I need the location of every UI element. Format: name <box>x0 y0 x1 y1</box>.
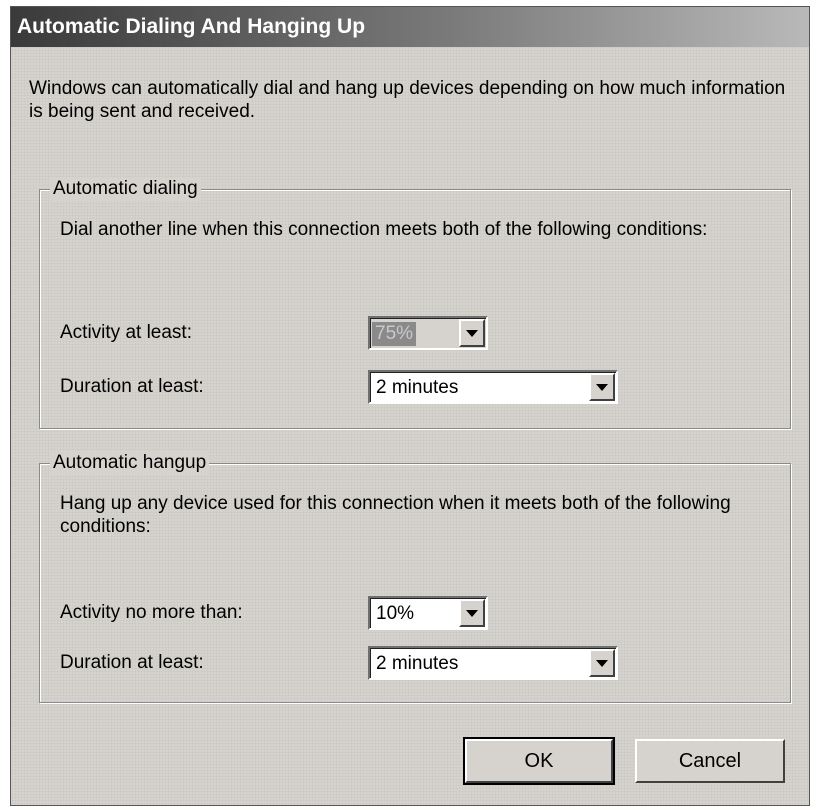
automatic-dialing-description: Dial another line when this connection m… <box>60 219 708 240</box>
cancel-button[interactable]: Cancel <box>635 739 785 783</box>
dial-activity-label: Activity at least: <box>60 322 192 343</box>
automatic-hangup-group: Automatic hangup Hang up any device used… <box>39 451 791 703</box>
automatic-hangup-description: Hang up any device used for this connect… <box>60 493 731 537</box>
hangup-duration-label: Duration at least: <box>60 652 204 673</box>
automatic-hangup-legend: Automatic hangup <box>50 451 210 475</box>
dial-activity-dropdown-button[interactable] <box>459 319 485 347</box>
dial-duration-dropdown-button[interactable] <box>589 373 615 401</box>
chevron-down-icon <box>596 383 608 391</box>
dial-duration-combo[interactable]: 2 minutes <box>368 370 618 404</box>
hangup-activity-dropdown-button[interactable] <box>459 599 485 627</box>
hangup-activity-label: Activity no more than: <box>60 602 243 623</box>
dial-duration-value: 2 minutes <box>376 377 459 398</box>
hangup-duration-combo[interactable]: 2 minutes <box>368 646 618 680</box>
dial-duration-label: Duration at least: <box>60 376 204 397</box>
dial-activity-value: 75% <box>372 322 417 346</box>
chevron-down-icon <box>466 609 478 617</box>
dialog-title: Automatic Dialing And Hanging Up <box>17 15 366 38</box>
automatic-dialing-legend: Automatic dialing <box>50 177 201 201</box>
ok-button[interactable]: OK <box>463 737 615 785</box>
automatic-dialing-group: Automatic dialing Dial another line when… <box>39 177 791 429</box>
hangup-duration-dropdown-button[interactable] <box>589 649 615 677</box>
hangup-activity-combo[interactable]: 10% <box>368 596 488 630</box>
dialog-title-bar: Automatic Dialing And Hanging Up <box>11 7 809 47</box>
hangup-activity-value: 10% <box>376 603 415 624</box>
auto-dial-dialog: Automatic Dialing And Hanging Up Windows… <box>10 6 810 806</box>
intro-text: Windows can automatically dial and hang … <box>29 78 786 122</box>
chevron-down-icon <box>596 659 608 667</box>
hangup-duration-value: 2 minutes <box>376 653 459 674</box>
dial-activity-combo[interactable]: 75% <box>368 316 488 350</box>
chevron-down-icon <box>466 329 478 337</box>
